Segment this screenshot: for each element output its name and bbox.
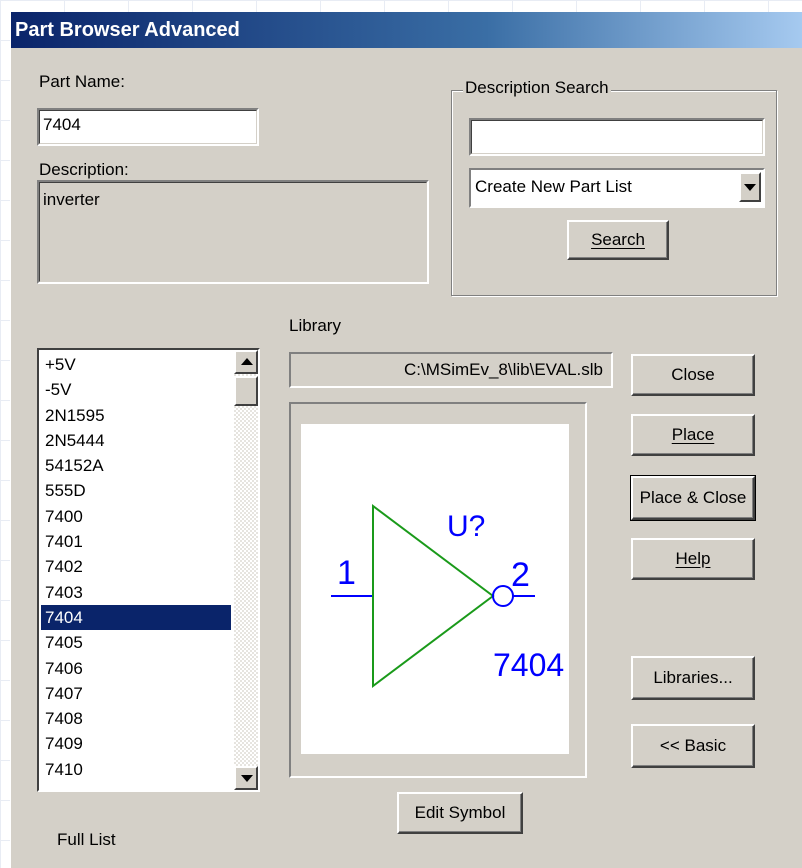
parts-list-items: +5V -5V 2N1595 2N5444 54152A 555D 7400 7401 7402… xyxy=(41,352,231,782)
symbol-preview-frame: 1 2 U? 7404 xyxy=(289,402,587,778)
place-and-close-button[interactable]: Place & Close xyxy=(630,475,756,521)
inversion-bubble xyxy=(492,585,514,607)
list-item[interactable]: 7401 xyxy=(41,529,231,554)
arrow-down-icon xyxy=(241,775,253,782)
libraries-button[interactable]: Libraries... xyxy=(631,656,755,700)
description-box: inverter xyxy=(37,180,429,284)
list-item[interactable]: 7410 xyxy=(41,757,231,782)
search-button[interactable]: Search xyxy=(567,220,669,260)
description-label: Description: xyxy=(39,160,129,179)
dialog-title: Part Browser Advanced xyxy=(11,12,802,48)
part-name-input[interactable]: 7404 xyxy=(37,108,259,146)
pin-in-label: 1 xyxy=(337,554,356,592)
list-item[interactable]: 7408 xyxy=(41,706,231,731)
basic-button[interactable]: << Basic xyxy=(631,724,755,768)
list-item-selected[interactable]: 7404 xyxy=(41,604,231,631)
list-item[interactable]: +5V xyxy=(41,352,231,377)
parts-list-scrollbar[interactable] xyxy=(234,350,258,790)
list-item[interactable]: 2N1595 xyxy=(41,403,231,428)
full-list-label: Full List xyxy=(57,830,116,849)
library-path-field: C:\MSimEv_8\lib\EVAL.slb xyxy=(289,352,613,388)
list-item[interactable]: -5V xyxy=(41,377,231,402)
arrow-up-icon xyxy=(241,358,253,365)
description-value: inverter xyxy=(43,190,100,209)
help-button[interactable]: Help xyxy=(631,538,755,580)
inverter-symbol: 1 2 U? 7404 xyxy=(331,504,564,688)
list-item[interactable]: 7402 xyxy=(41,554,231,579)
list-item[interactable]: 7409 xyxy=(41,731,231,756)
pin-out-label: 2 xyxy=(511,556,530,594)
edit-symbol-button[interactable]: Edit Symbol xyxy=(397,792,523,834)
part-name-label: Part Name: xyxy=(39,72,125,91)
list-item[interactable]: 555D xyxy=(41,478,231,503)
list-item[interactable]: 7400 xyxy=(41,504,231,529)
list-item[interactable]: 7403 xyxy=(41,580,231,605)
list-item[interactable]: 7406 xyxy=(41,656,231,681)
search-mode-selected: Create New Part List xyxy=(475,177,632,196)
list-item[interactable]: 2N5444 xyxy=(41,428,231,453)
part-browser-dialog: Part Browser Advanced Part Name: 7404 De… xyxy=(10,12,802,868)
library-label: Library xyxy=(289,316,341,335)
close-button[interactable]: Close xyxy=(631,354,755,396)
list-item[interactable]: 7405 xyxy=(41,630,231,655)
scroll-thumb[interactable] xyxy=(234,376,258,406)
part-name-value: 7404 xyxy=(43,115,81,134)
place-button[interactable]: Place xyxy=(631,414,755,456)
part-value-label: 7404 xyxy=(493,647,564,683)
refdes-label: U? xyxy=(447,510,485,543)
library-path-value: C:\MSimEv_8\lib\EVAL.slb xyxy=(403,360,603,379)
parts-listbox[interactable]: +5V -5V 2N1595 2N5444 54152A 555D 7400 7401 7402… xyxy=(37,348,260,792)
scroll-up-button[interactable] xyxy=(234,350,258,374)
combo-dropdown-button[interactable] xyxy=(739,172,761,202)
description-search-title: Description Search xyxy=(463,78,611,98)
search-mode-combo[interactable]: Create New Part List xyxy=(469,168,765,208)
scroll-down-button[interactable] xyxy=(234,766,258,790)
list-item[interactable]: 54152A xyxy=(41,453,231,478)
chevron-down-icon xyxy=(744,184,756,191)
list-item[interactable]: 7407 xyxy=(41,681,231,706)
description-search-input[interactable] xyxy=(469,118,765,156)
symbol-preview-canvas: 1 2 U? 7404 xyxy=(301,424,569,754)
